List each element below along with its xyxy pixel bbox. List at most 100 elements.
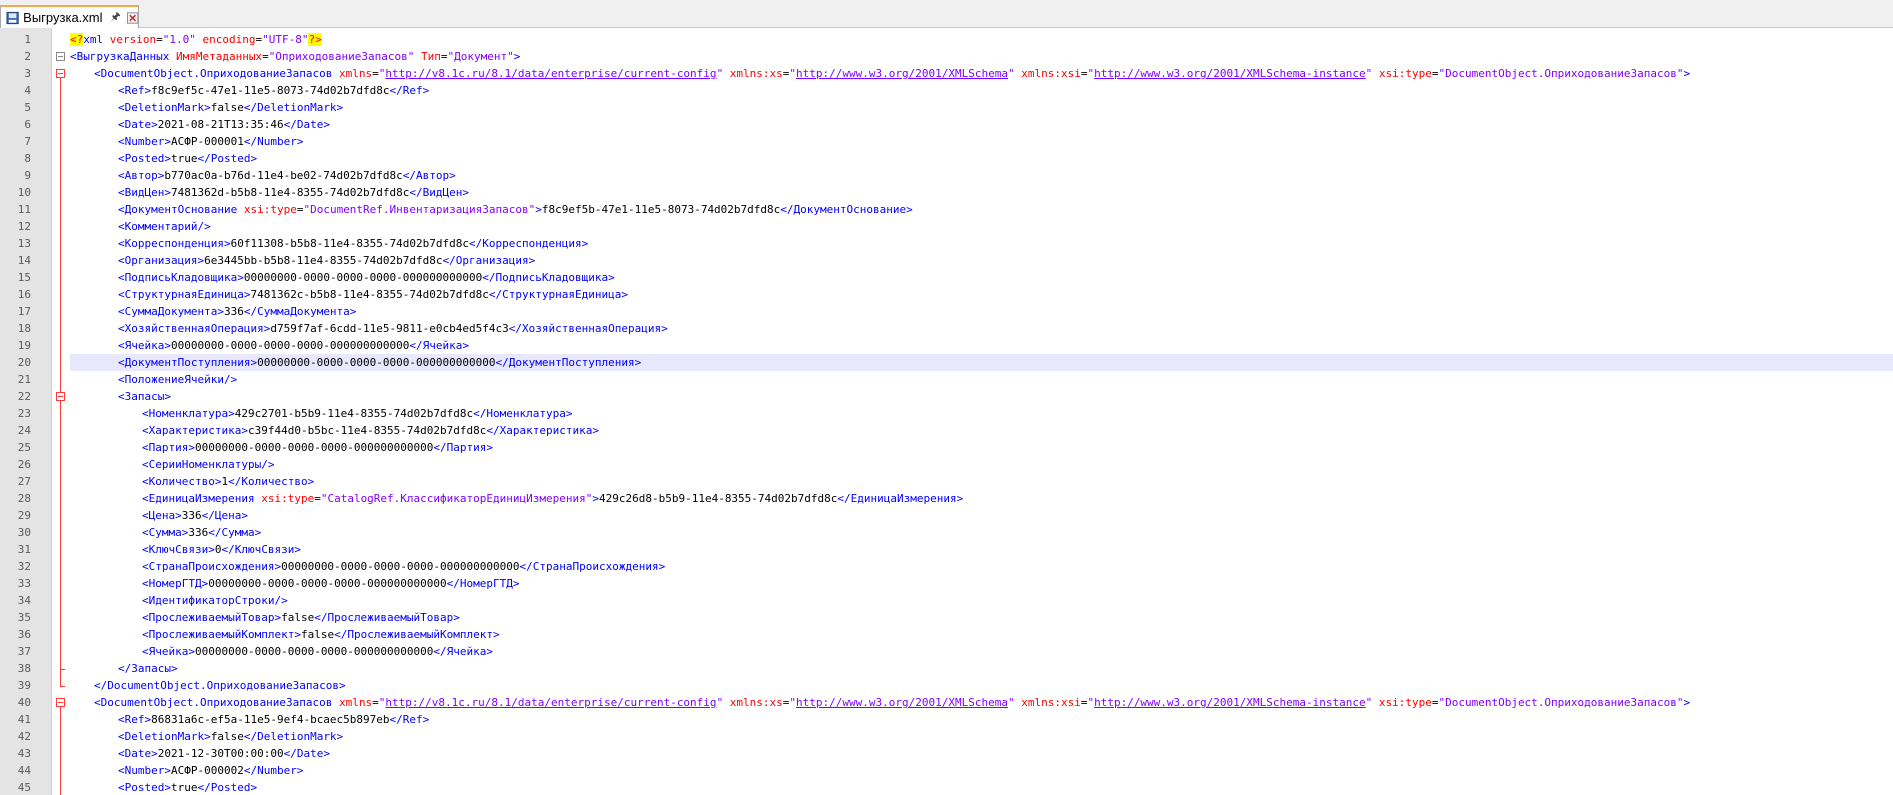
code-line[interactable]: <ДокументПоступления>00000000-0000-0000-… xyxy=(70,354,1893,371)
code-line[interactable]: <DocumentObject.ОприходованиеЗапасов xml… xyxy=(70,694,1893,711)
code-token: 00000000-0000-0000-0000-000000000000 xyxy=(194,441,434,454)
code-line[interactable]: <Сумма>336</Сумма> xyxy=(70,524,1893,541)
code-line[interactable]: </Запасы> xyxy=(70,660,1893,677)
code-line-content: <НомерГТД>00000000-0000-0000-0000-000000… xyxy=(70,577,520,590)
code-line[interactable]: <ДокументОснование xsi:type="DocumentRef… xyxy=(70,201,1893,218)
code-token: 7481362c-b5b8-11e4-8355-74d02b7dfd8c xyxy=(250,288,489,301)
code-line[interactable]: <Автор>b770ac0a-b76d-11e4-be02-74d02b7df… xyxy=(70,167,1893,184)
code-line[interactable]: <Запасы> xyxy=(70,388,1893,405)
code-token: <Date> xyxy=(118,747,158,760)
code-token: <Количество> xyxy=(142,475,222,488)
pin-icon[interactable]: 🖈 xyxy=(111,12,121,23)
line-number: 35 xyxy=(17,611,31,624)
code-line[interactable]: <Организация>6e3445bb-b5b8-11e4-8355-74d… xyxy=(70,252,1893,269)
code-line[interactable]: <ВыгрузкаДанных ИмяМетаданных="Оприходов… xyxy=(70,48,1893,65)
code-line[interactable]: <СерииНоменклатуры/> xyxy=(70,456,1893,473)
code-line[interactable]: <Number>АСФР-000002</Number> xyxy=(70,762,1893,779)
code-line-content: <ПрослеживаемыйКомплект>false</Прослежив… xyxy=(70,628,500,641)
code-line[interactable]: <ПодписьКладовщика>00000000-0000-0000-00… xyxy=(70,269,1893,286)
code-line[interactable]: <Ячейка>00000000-0000-0000-0000-00000000… xyxy=(70,337,1893,354)
code-token: "DocumentRef.ИнвентаризацияЗапасов" xyxy=(303,203,536,216)
line-number: 11 xyxy=(17,203,31,216)
close-tab-icon[interactable] xyxy=(126,11,138,24)
code-line[interactable]: <Ref>f8c9ef5c-47e1-11e5-8073-74d02b7dfd8… xyxy=(70,82,1893,99)
code-token: </ЕдиницаИзмерения> xyxy=(837,492,964,505)
url-link[interactable]: http://www.w3.org/2001/XMLSchema xyxy=(796,67,1008,80)
code-line[interactable]: <Ref>86831a6c-ef5a-11e5-9ef4-bcaec5b897e… xyxy=(70,711,1893,728)
code-line[interactable]: <ХозяйственнаяОперация>d759f7af-6cdd-11e… xyxy=(70,320,1893,337)
fold-toggle-icon[interactable] xyxy=(56,52,65,61)
code-line[interactable]: <?xml version="1.0" encoding="UTF-8"?> xyxy=(70,31,1893,48)
line-number: 9 xyxy=(24,169,31,182)
code-line[interactable]: <ПоложениеЯчейки/> xyxy=(70,371,1893,388)
fold-margin[interactable] xyxy=(52,28,70,795)
code-line[interactable]: <НомерГТД>00000000-0000-0000-0000-000000… xyxy=(70,575,1893,592)
code-line-content: <Комментарий/> xyxy=(70,220,211,233)
code-line[interactable]: <Цена>336</Цена> xyxy=(70,507,1893,524)
code-token: </Posted> xyxy=(197,781,258,794)
fold-toggle-icon[interactable] xyxy=(56,392,65,401)
fold-toggle-icon[interactable] xyxy=(56,69,65,78)
code-token: 7481362d-b5b8-11e4-8355-74d02b7dfd8c xyxy=(170,186,410,199)
code-line[interactable]: <СуммаДокумента>336</СуммаДокумента> xyxy=(70,303,1893,320)
fold-end-marker xyxy=(60,669,65,670)
code-line[interactable]: <DocumentObject.ОприходованиеЗапасов xml… xyxy=(70,65,1893,82)
code-line[interactable]: <Комментарий/> xyxy=(70,218,1893,235)
code-line-content: <ВидЦен>7481362d-b5b8-11e4-8355-74d02b7d… xyxy=(70,186,469,199)
code-line[interactable]: <Ячейка>00000000-0000-0000-0000-00000000… xyxy=(70,643,1893,660)
url-link[interactable]: http://www.w3.org/2001/XMLSchema-instanc… xyxy=(1094,696,1366,709)
code-line-content: <Номенклатура>429c2701-b5b9-11e4-8355-74… xyxy=(70,407,572,420)
code-line[interactable]: <Количество>1</Количество> xyxy=(70,473,1893,490)
code-line[interactable]: <DeletionMark>false</DeletionMark> xyxy=(70,99,1893,116)
code-line[interactable]: <Posted>true</Posted> xyxy=(70,779,1893,795)
code-line[interactable]: <DeletionMark>false</DeletionMark> xyxy=(70,728,1893,745)
code-line-content: <ДокументОснование xsi:type="DocumentRef… xyxy=(70,203,913,216)
code-line-content: <DocumentObject.ОприходованиеЗапасов xml… xyxy=(70,696,1690,709)
code-line[interactable]: </DocumentObject.ОприходованиеЗапасов> xyxy=(70,677,1893,694)
code-token: </Номенклатура> xyxy=(473,407,573,420)
code-line[interactable]: <ЕдиницаИзмерения xsi:type="CatalogRef.К… xyxy=(70,490,1893,507)
url-link[interactable]: http://v8.1c.ru/8.1/data/enterprise/curr… xyxy=(385,696,716,709)
code-line[interactable]: <КлючСвязи>0</КлючСвязи> xyxy=(70,541,1893,558)
code-token: <КлючСвязи> xyxy=(142,543,215,556)
code-token: </Корреспонденция> xyxy=(469,237,589,250)
code-line-content: <?xml version="1.0" encoding="UTF-8"?> xyxy=(70,33,322,46)
fold-toggle-icon[interactable] xyxy=(56,698,65,707)
code-token: <ПодписьКладовщика> xyxy=(118,271,244,284)
url-link[interactable]: http://www.w3.org/2001/XMLSchema-instanc… xyxy=(1094,67,1366,80)
code-line[interactable]: <Posted>true</Posted> xyxy=(70,150,1893,167)
code-line[interactable]: <Date>2021-12-30T00:00:00</Date> xyxy=(70,745,1893,762)
url-link[interactable]: http://www.w3.org/2001/XMLSchema xyxy=(796,696,1008,709)
code-line[interactable]: <Номенклатура>429c2701-b5b9-11e4-8355-74… xyxy=(70,405,1893,422)
code-token: <Posted> xyxy=(118,152,171,165)
code-token: = xyxy=(440,50,448,63)
tab-vygruzka-xml[interactable]: Выгрузка.xml 🖈 xyxy=(0,5,139,28)
code-line[interactable]: <ПрослеживаемыйКомплект>false</Прослежив… xyxy=(70,626,1893,643)
code-line[interactable]: <Number>АСФР-000001</Number> xyxy=(70,133,1893,150)
url-link[interactable]: http://v8.1c.ru/8.1/data/enterprise/curr… xyxy=(385,67,716,80)
code-line[interactable]: <Характеристика>c39f44d0-b5bc-11e4-8355-… xyxy=(70,422,1893,439)
code-line[interactable]: <Корреспонденция>60f11308-b5b8-11e4-8355… xyxy=(70,235,1893,252)
code-line[interactable]: <Date>2021-08-21T13:35:46</Date> xyxy=(70,116,1893,133)
code-token: <ДокументПоступления> xyxy=(118,356,258,369)
code-line[interactable]: <СтранаПроисхождения>00000000-0000-0000-… xyxy=(70,558,1893,575)
code-line-content: <ХозяйственнаяОперация>d759f7af-6cdd-11e… xyxy=(70,322,668,335)
code-token: "DocumentObject.ОприходованиеЗапасов" xyxy=(1438,67,1684,80)
code-token: <Номенклатура> xyxy=(142,407,235,420)
code-editor[interactable]: 1 2 3 4 5 6 7 8 9 10 11 12 13 14 15 16 17 18 19 20 21 22 23 24 2… xyxy=(0,28,1893,795)
code-token: c39f44d0-b5bc-11e4-8355-74d02b7dfd8c xyxy=(247,424,487,437)
code-line[interactable]: <ВидЦен>7481362d-b5b8-11e4-8355-74d02b7d… xyxy=(70,184,1893,201)
code-token: <Number> xyxy=(118,764,171,777)
code-line[interactable]: <ИдентификаторСтроки/> xyxy=(70,592,1893,609)
code-token: </ДокументПоступления> xyxy=(495,356,642,369)
code-line-content: <Number>АСФР-000001</Number> xyxy=(70,135,303,148)
code-area[interactable]: <?xml version="1.0" encoding="UTF-8"?> <В… xyxy=(70,28,1893,795)
code-token: </Организация> xyxy=(442,254,536,267)
code-line[interactable]: <Партия>00000000-0000-0000-0000-00000000… xyxy=(70,439,1893,456)
code-token: </Ячейка> xyxy=(433,645,494,658)
line-number: 25 xyxy=(17,441,31,454)
code-token: <Корреспонденция> xyxy=(118,237,231,250)
code-line[interactable]: <СтруктурнаяЕдиница>7481362c-b5b8-11e4-8… xyxy=(70,286,1893,303)
code-token: <СтруктурнаяЕдиница> xyxy=(118,288,251,301)
code-line[interactable]: <ПрослеживаемыйТовар>false</Прослеживаем… xyxy=(70,609,1893,626)
